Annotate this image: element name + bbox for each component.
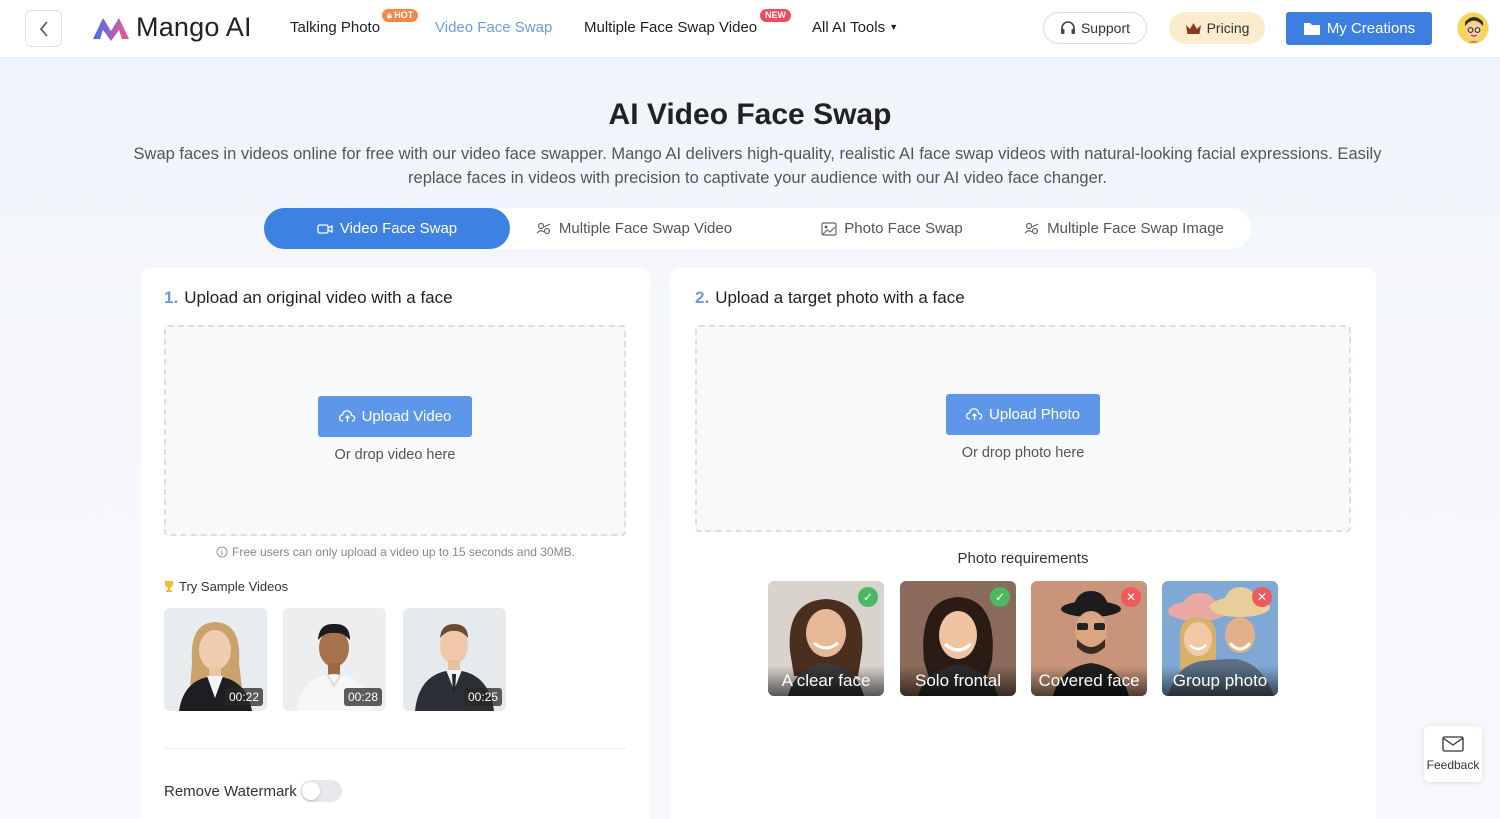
upload-photo-label: Upload Photo: [989, 406, 1080, 423]
upload-photo-button[interactable]: Upload Photo: [946, 394, 1100, 435]
tab-multiple-face-swap-image[interactable]: Multiple Face Swap Image: [1014, 208, 1234, 249]
requirement-label: Group photo: [1162, 666, 1278, 696]
folder-icon: [1303, 23, 1320, 35]
cloud-upload-icon: [966, 408, 983, 420]
tab-label: Photo Face Swap: [844, 220, 963, 237]
nav-label: Talking Photo: [290, 19, 381, 36]
page-title: AI Video Face Swap: [608, 98, 892, 131]
my-creations-button[interactable]: My Creations: [1286, 12, 1432, 45]
pricing-label: Pricing: [1206, 20, 1250, 36]
tab-label: Multiple Face Swap Image: [1047, 220, 1224, 237]
sample-videos-label: Try Sample Videos: [164, 579, 288, 594]
video-drop-hint: Or drop video here: [334, 447, 456, 463]
page-subtitle: Swap faces in videos online for free wit…: [133, 145, 1382, 187]
video-dropzone[interactable]: Upload Video Or drop video here: [164, 325, 626, 536]
upload-video-label: Upload Video: [361, 408, 452, 425]
video-camera-icon: [317, 223, 333, 234]
feedback-button[interactable]: Feedback: [1424, 726, 1482, 782]
logo[interactable]: Mango AI: [92, 12, 252, 43]
photo-dropzone[interactable]: Upload Photo Or drop photo here: [695, 325, 1351, 532]
photo-requirements-title: Photo requirements: [957, 550, 1089, 567]
back-button[interactable]: [25, 10, 62, 47]
photo-drop-hint: Or drop photo here: [961, 445, 1085, 461]
requirement-label: Solo frontal: [900, 666, 1016, 696]
tab-label: Video Face Swap: [339, 220, 458, 237]
info-icon: [216, 546, 228, 558]
samples-label-text: Try Sample Videos: [179, 579, 289, 594]
tab-multiple-face-swap-video[interactable]: Multiple Face Swap Video: [524, 208, 744, 249]
step-1-title: 1. Upload an original video with a face: [164, 288, 453, 308]
caret-down-icon: ▼: [889, 22, 899, 32]
step-number: 1.: [164, 288, 179, 307]
tab-photo-face-swap[interactable]: Photo Face Swap: [794, 208, 990, 249]
nav-label: Multiple Face Swap Video: [584, 19, 758, 36]
note-text: Free users can only upload a video up to…: [232, 545, 575, 559]
nav-label: Video Face Swap: [435, 19, 553, 36]
nav-video-face-swap[interactable]: Video Face Swap: [435, 19, 552, 36]
sample-video-1[interactable]: 00:22: [164, 608, 267, 711]
new-badge: NEW: [760, 9, 791, 22]
check-icon: ✓: [990, 587, 1010, 607]
requirement-covered-face: ✕ Covered face: [1031, 581, 1147, 696]
video-duration: 00:22: [224, 688, 263, 706]
sample-video-2[interactable]: 00:28: [283, 608, 386, 711]
headset-icon: [1060, 21, 1075, 34]
video-duration: 00:28: [343, 688, 382, 706]
crown-icon: [1185, 23, 1201, 34]
requirement-solo-frontal: ✓ Solo frontal: [900, 581, 1016, 696]
creations-label: My Creations: [1326, 20, 1416, 37]
nav-label: All AI Tools: [812, 19, 886, 36]
nav-all-ai-tools[interactable]: All AI Tools ▼: [812, 19, 898, 36]
multi-face-icon: [1024, 222, 1039, 234]
pricing-button[interactable]: Pricing: [1169, 12, 1265, 44]
requirement-group-photo: ✕ Group photo: [1162, 581, 1278, 696]
nav-talking-photo[interactable]: Talking Photo 🔒︎ HOT: [290, 9, 419, 36]
remove-watermark-label: Remove Watermark: [164, 783, 297, 800]
requirement-label: Covered face: [1031, 666, 1147, 696]
section-divider: [164, 748, 627, 749]
close-icon: ✕: [1252, 587, 1272, 607]
nav-multiple-face-swap-video[interactable]: Multiple Face Swap Video NEW: [584, 9, 791, 36]
top-header: Mango AI Talking Photo 🔒︎ HOT Video Face…: [0, 0, 1500, 58]
support-button[interactable]: Support: [1043, 12, 1147, 44]
avatar-face-icon: [1458, 13, 1488, 43]
trophy-icon: [165, 581, 173, 592]
step-number: 2.: [695, 288, 710, 307]
close-icon: ✕: [1121, 587, 1141, 607]
mail-icon: [1442, 736, 1464, 752]
multi-face-icon: [536, 222, 551, 234]
remove-watermark-toggle[interactable]: [300, 780, 342, 802]
hot-badge: 🔒︎ HOT: [382, 9, 419, 22]
upload-limit-note: Free users can only upload a video up to…: [141, 545, 650, 559]
sample-video-3[interactable]: 00:25: [403, 608, 506, 711]
feedback-label: Feedback: [1426, 758, 1480, 772]
requirement-clear-face: ✓ A clear face: [768, 581, 884, 696]
logo-text: Mango AI: [136, 12, 252, 42]
upload-video-button[interactable]: Upload Video: [318, 396, 472, 437]
step-text: Upload a target photo with a face: [715, 288, 965, 307]
toggle-knob: [302, 782, 320, 800]
cloud-upload-icon: [338, 410, 355, 422]
tab-label: Multiple Face Swap Video: [558, 220, 733, 237]
step-2-title: 2. Upload a target photo with a face: [695, 288, 965, 308]
tool-tabs: Video Face Swap Multiple Face Swap Video…: [264, 208, 1251, 249]
requirement-label: A clear face: [768, 666, 884, 696]
mango-logo-icon: [93, 17, 129, 41]
check-icon: ✓: [858, 587, 878, 607]
support-label: Support: [1080, 20, 1131, 36]
image-icon: [821, 221, 837, 236]
tab-video-face-swap[interactable]: Video Face Swap: [264, 208, 510, 249]
video-duration: 00:25: [463, 688, 502, 706]
chevron-left-icon: [39, 20, 48, 37]
target-photo-panel: 2. Upload a target photo with a face Uplo…: [670, 268, 1376, 819]
user-avatar[interactable]: [1457, 12, 1489, 44]
original-video-panel: 1. Upload an original video with a face U…: [141, 268, 650, 819]
step-text: Upload an original video with a face: [184, 288, 453, 307]
